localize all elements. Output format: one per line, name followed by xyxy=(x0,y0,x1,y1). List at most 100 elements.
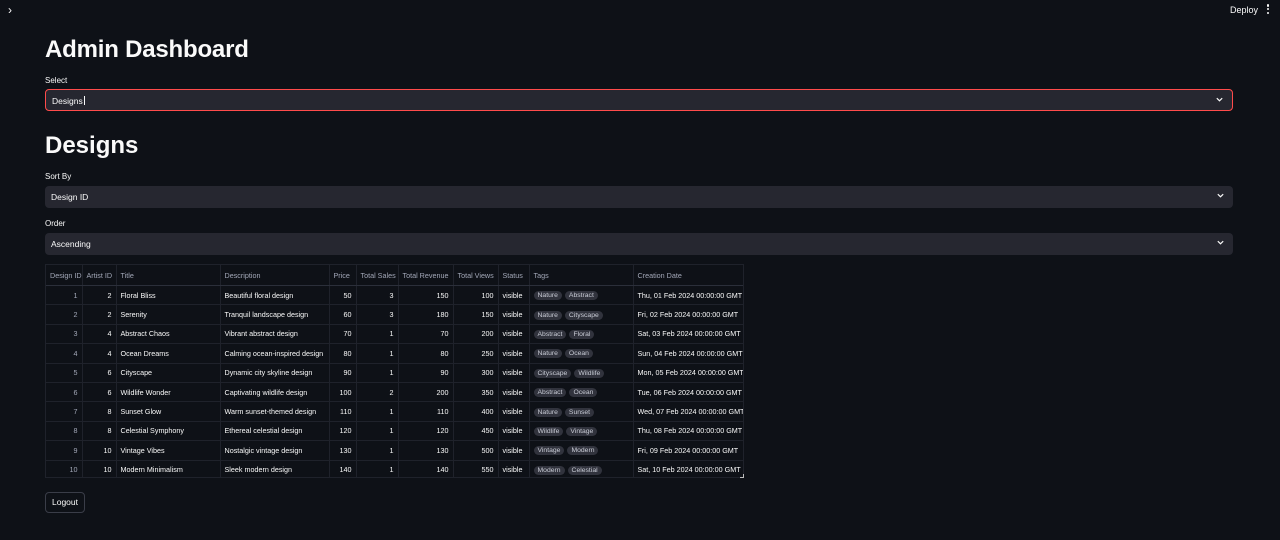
cell-status[interactable]: visible xyxy=(498,382,530,403)
cell-price[interactable]: 60 xyxy=(329,304,357,325)
cell-description[interactable]: Tranquil landscape design xyxy=(220,304,330,325)
cell-creation-date[interactable]: Sun, 04 Feb 2024 00:00:00 GMT xyxy=(633,343,743,364)
cell-artist-id[interactable]: 4 xyxy=(82,343,117,364)
cell-creation-date[interactable]: Wed, 07 Feb 2024 00:00:00 GMT xyxy=(633,401,743,422)
cell-views[interactable]: 100 xyxy=(453,285,499,306)
cell-creation-date[interactable]: Tue, 06 Feb 2024 00:00:00 GMT xyxy=(633,382,743,403)
column-header[interactable]: Title xyxy=(116,265,221,286)
order-select[interactable]: Ascending xyxy=(45,233,1233,255)
cell-price[interactable]: 70 xyxy=(329,324,357,345)
cell-tags[interactable]: Wildlife Vintage xyxy=(529,421,634,442)
cell-creation-date[interactable]: Thu, 01 Feb 2024 00:00:00 GMT xyxy=(633,285,743,306)
table-row[interactable]: 1 2 Floral Bliss Beautiful floral design 50 3… xyxy=(46,285,743,306)
cell-views[interactable]: 400 xyxy=(453,401,499,422)
column-header[interactable]: Total Revenue xyxy=(398,265,454,286)
cell-status[interactable]: visible xyxy=(498,343,530,364)
cell-description[interactable]: Sleek modern design xyxy=(220,460,330,477)
cell-tags[interactable]: Modern Celestial xyxy=(529,460,634,477)
column-header[interactable]: Total Sales xyxy=(356,265,399,286)
cell-views[interactable]: 300 xyxy=(453,363,499,383)
cell-design-id[interactable]: 9 xyxy=(46,440,83,461)
cell-design-id[interactable]: 1 xyxy=(46,285,83,306)
column-header[interactable]: Tags xyxy=(529,265,634,286)
cell-status[interactable]: visible xyxy=(498,304,530,325)
cell-description[interactable]: Dynamic city skyline design xyxy=(220,363,330,383)
cell-title[interactable]: Vintage Vibes xyxy=(116,440,221,461)
cell-artist-id[interactable]: 6 xyxy=(82,382,117,403)
cell-creation-date[interactable]: Sat, 03 Feb 2024 00:00:00 GMT xyxy=(633,324,743,345)
cell-title[interactable]: Ocean Dreams xyxy=(116,343,221,364)
cell-design-id[interactable]: 7 xyxy=(46,401,83,422)
cell-sales[interactable]: 1 xyxy=(356,421,399,442)
cell-revenue[interactable]: 130 xyxy=(398,440,454,461)
cell-revenue[interactable]: 180 xyxy=(398,304,454,325)
cell-views[interactable]: 350 xyxy=(453,382,499,403)
cell-status[interactable]: visible xyxy=(498,401,530,422)
table-row[interactable]: 9 10 Vintage Vibes Nostalgic vintage design… xyxy=(46,440,743,461)
cell-sales[interactable]: 1 xyxy=(356,401,399,422)
cell-views[interactable]: 250 xyxy=(453,343,499,364)
cell-sales[interactable]: 1 xyxy=(356,363,399,383)
column-header[interactable]: Status xyxy=(498,265,530,286)
cell-artist-id[interactable]: 8 xyxy=(82,421,117,442)
cell-artist-id[interactable]: 2 xyxy=(82,304,117,325)
cell-title[interactable]: Serenity xyxy=(116,304,221,325)
cell-revenue[interactable]: 200 xyxy=(398,382,454,403)
cell-views[interactable]: 500 xyxy=(453,440,499,461)
cell-tags[interactable]: Cityscape Wildlife xyxy=(529,363,634,383)
cell-description[interactable]: Beautiful floral design xyxy=(220,285,330,306)
cell-description[interactable]: Captivating wildlife design xyxy=(220,382,330,403)
cell-revenue[interactable]: 150 xyxy=(398,285,454,306)
table-row[interactable]: 8 8 Celestial Symphony Ethereal celestial d… xyxy=(46,421,743,442)
cell-design-id[interactable]: 2 xyxy=(46,304,83,325)
cell-sales[interactable]: 1 xyxy=(356,460,399,477)
logout-button[interactable]: Logout xyxy=(45,492,85,513)
cell-creation-date[interactable]: Thu, 08 Feb 2024 00:00:00 GMT xyxy=(633,421,743,442)
cell-description[interactable]: Vibrant abstract design xyxy=(220,324,330,345)
vertical-ellipsis-icon[interactable] xyxy=(1264,3,1272,17)
table-row[interactable]: 5 6 Cityscape Dynamic city skyline design 90… xyxy=(46,363,743,383)
cell-sales[interactable]: 2 xyxy=(356,382,399,403)
cell-title[interactable]: Modern Minimalism xyxy=(116,460,221,477)
table-row[interactable]: 4 4 Ocean Dreams Calming ocean-inspired des… xyxy=(46,343,743,364)
column-header[interactable]: Creation Date xyxy=(633,265,743,286)
cell-artist-id[interactable]: 10 xyxy=(82,460,117,477)
cell-design-id[interactable]: 10 xyxy=(46,460,83,477)
cell-price[interactable]: 120 xyxy=(329,421,357,442)
table-row[interactable]: 3 4 Abstract Chaos Vibrant abstract design 7… xyxy=(46,324,743,345)
cell-revenue[interactable]: 140 xyxy=(398,460,454,477)
cell-artist-id[interactable]: 10 xyxy=(82,440,117,461)
cell-tags[interactable]: Abstract Ocean xyxy=(529,382,634,403)
cell-tags[interactable]: Nature Abstract xyxy=(529,285,634,306)
cell-views[interactable]: 150 xyxy=(453,304,499,325)
cell-design-id[interactable]: 6 xyxy=(46,382,83,403)
cell-views[interactable]: 200 xyxy=(453,324,499,345)
cell-description[interactable]: Calming ocean-inspired design xyxy=(220,343,330,364)
cell-status[interactable]: visible xyxy=(498,363,530,383)
cell-price[interactable]: 80 xyxy=(329,343,357,364)
cell-title[interactable]: Floral Bliss xyxy=(116,285,221,306)
cell-design-id[interactable]: 3 xyxy=(46,324,83,345)
column-header[interactable]: Artist ID xyxy=(82,265,117,286)
cell-price[interactable]: 50 xyxy=(329,285,357,306)
table-row[interactable]: 6 6 Wildlife Wonder Captivating wildlife de… xyxy=(46,382,743,403)
cell-artist-id[interactable]: 2 xyxy=(82,285,117,306)
cell-sales[interactable]: 1 xyxy=(356,324,399,345)
cell-tags[interactable]: Nature Cityscape xyxy=(529,304,634,325)
cell-description[interactable]: Nostalgic vintage design xyxy=(220,440,330,461)
column-header[interactable]: Total Views xyxy=(453,265,499,286)
cell-price[interactable]: 140 xyxy=(329,460,357,477)
cell-tags[interactable]: Abstract Floral xyxy=(529,324,634,345)
cell-status[interactable]: visible xyxy=(498,285,530,306)
column-header[interactable]: Design ID xyxy=(46,265,83,286)
table-row[interactable]: 7 8 Sunset Glow Warm sunset-themed design 11… xyxy=(46,401,743,422)
cell-tags[interactable]: Nature Ocean xyxy=(529,343,634,364)
cell-tags[interactable]: Nature Sunset xyxy=(529,401,634,422)
cell-title[interactable]: Cityscape xyxy=(116,363,221,383)
designs-table[interactable]: Design ID Artist ID Title Description Price T… xyxy=(45,264,744,478)
column-header[interactable]: Price xyxy=(329,265,357,286)
page-select[interactable]: Designs xyxy=(45,89,1233,111)
chevron-right-icon[interactable]: › xyxy=(8,3,12,17)
table-row[interactable]: 10 10 Modern Minimalism Sleek modern design… xyxy=(46,460,743,477)
cell-creation-date[interactable]: Mon, 05 Feb 2024 00:00:00 GMT xyxy=(633,363,743,383)
